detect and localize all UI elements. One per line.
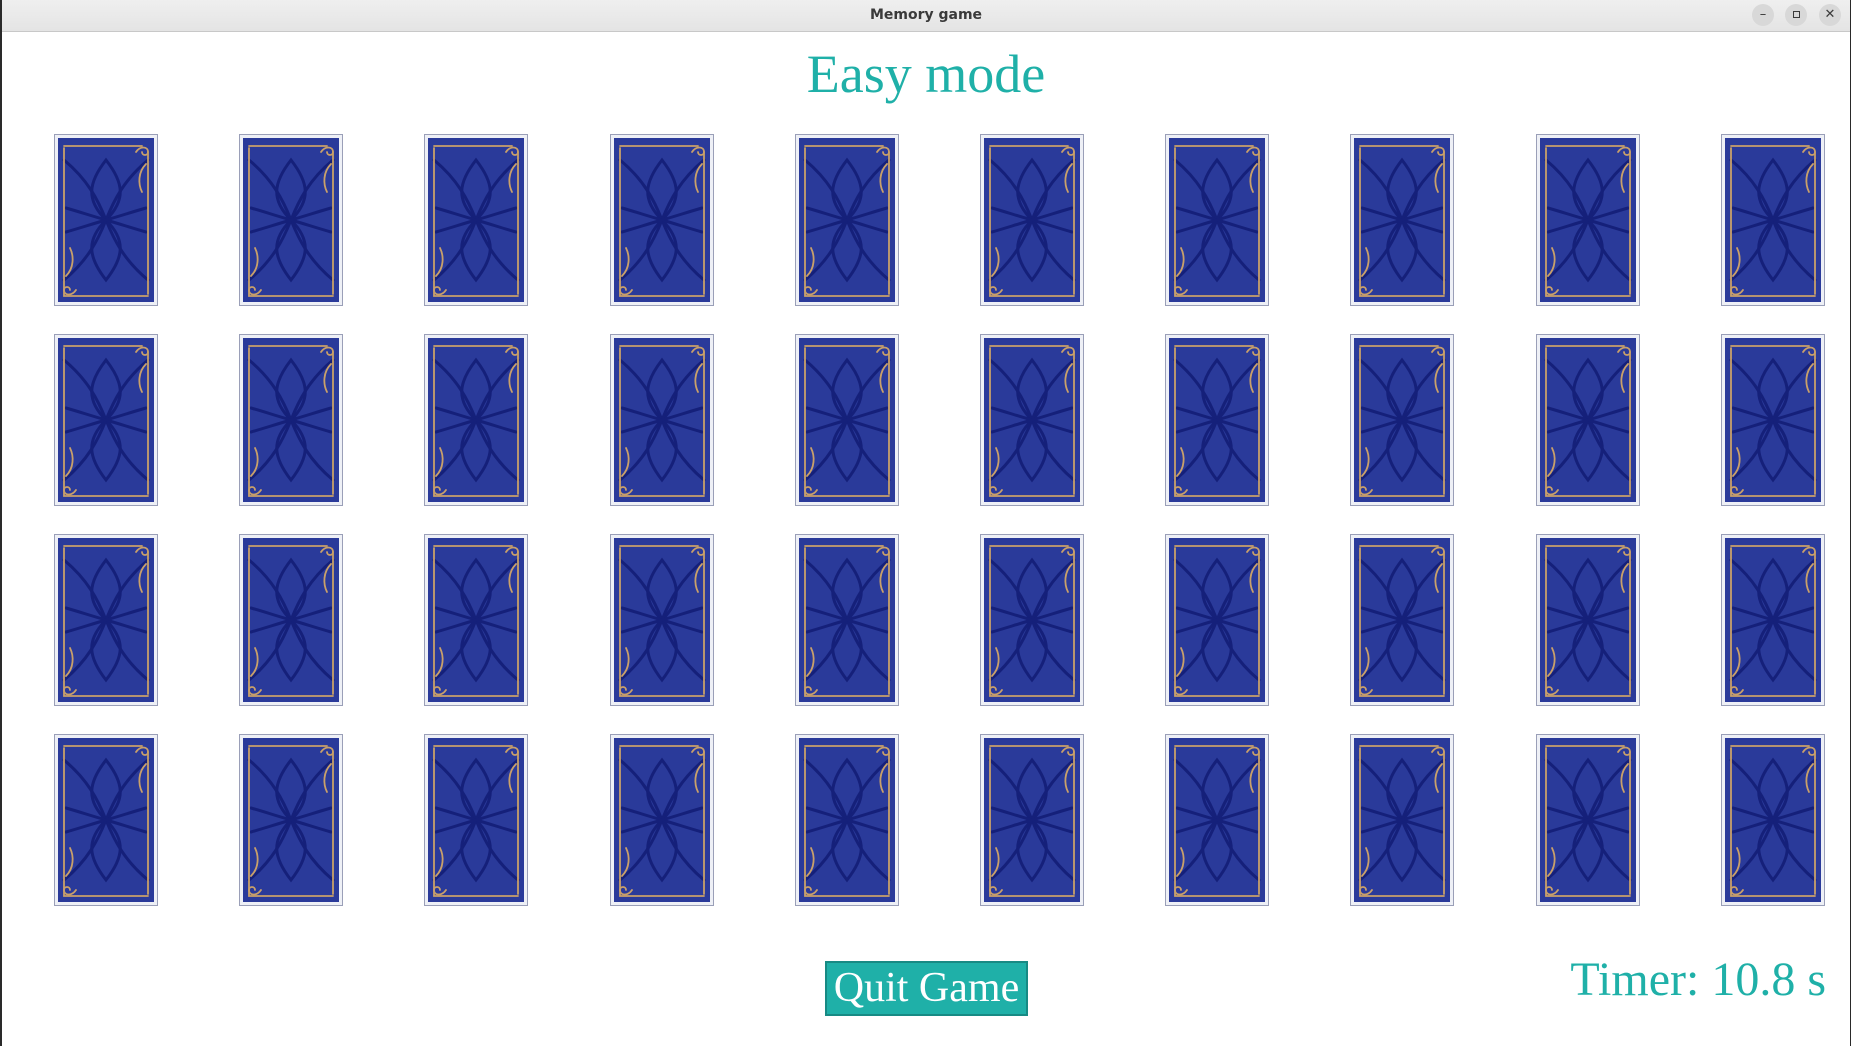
card-back-pattern	[243, 138, 339, 302]
card-back-pattern	[1540, 338, 1636, 502]
card-back-pattern	[1725, 738, 1821, 902]
card-back-pattern	[1169, 138, 1265, 302]
card-back-pattern	[243, 338, 339, 502]
card-back-pattern	[614, 338, 710, 502]
memory-card-face-down[interactable]	[1350, 334, 1454, 506]
memory-card-face-down[interactable]	[424, 134, 528, 306]
card-back-pattern	[428, 738, 524, 902]
card-back-pattern	[984, 738, 1080, 902]
memory-card-face-down[interactable]	[1165, 534, 1269, 706]
card-grid	[2, 0, 1850, 1046]
card-back-pattern	[243, 738, 339, 902]
card-back-pattern	[614, 738, 710, 902]
memory-card-face-down[interactable]	[424, 534, 528, 706]
card-back-pattern	[799, 138, 895, 302]
memory-card-face-down[interactable]	[980, 134, 1084, 306]
memory-card-face-down[interactable]	[424, 734, 528, 906]
card-back-pattern	[1540, 138, 1636, 302]
memory-card-face-down[interactable]	[795, 334, 899, 506]
card-back-pattern	[1540, 738, 1636, 902]
timer-display: Timer: 10.8 s	[1570, 953, 1826, 1006]
memory-card-face-down[interactable]	[610, 134, 714, 306]
card-back-pattern	[58, 538, 154, 702]
card-back-pattern	[1725, 538, 1821, 702]
card-back-pattern	[984, 138, 1080, 302]
memory-card-face-down[interactable]	[980, 534, 1084, 706]
memory-card-face-down[interactable]	[1350, 134, 1454, 306]
card-back-pattern	[58, 738, 154, 902]
card-back-pattern	[799, 738, 895, 902]
card-back-pattern	[984, 338, 1080, 502]
card-back-pattern	[243, 538, 339, 702]
quit-game-button[interactable]: Quit Game	[825, 961, 1028, 1016]
memory-card-face-down[interactable]	[1165, 134, 1269, 306]
memory-card-face-down[interactable]	[610, 734, 714, 906]
card-back-pattern	[1725, 138, 1821, 302]
memory-card-face-down[interactable]	[1721, 134, 1825, 306]
memory-game-window: Memory game – ✕ Easy mode Quit Game Time…	[0, 0, 1851, 1046]
memory-card-face-down[interactable]	[1721, 534, 1825, 706]
memory-card-face-down[interactable]	[54, 334, 158, 506]
card-back-pattern	[428, 338, 524, 502]
memory-card-face-down[interactable]	[980, 334, 1084, 506]
memory-card-face-down[interactable]	[610, 534, 714, 706]
memory-card-face-down[interactable]	[1350, 534, 1454, 706]
card-back-pattern	[1725, 338, 1821, 502]
card-back-pattern	[58, 338, 154, 502]
memory-card-face-down[interactable]	[1536, 334, 1640, 506]
memory-card-face-down[interactable]	[1165, 734, 1269, 906]
memory-card-face-down[interactable]	[1721, 734, 1825, 906]
card-back-pattern	[1169, 738, 1265, 902]
card-back-pattern	[799, 538, 895, 702]
card-back-pattern	[58, 138, 154, 302]
card-back-pattern	[1354, 338, 1450, 502]
memory-card-face-down[interactable]	[610, 334, 714, 506]
memory-card-face-down[interactable]	[54, 734, 158, 906]
card-back-pattern	[1354, 738, 1450, 902]
card-back-pattern	[428, 138, 524, 302]
memory-card-face-down[interactable]	[795, 534, 899, 706]
memory-card-face-down[interactable]	[1536, 534, 1640, 706]
memory-card-face-down[interactable]	[239, 534, 343, 706]
memory-card-face-down[interactable]	[1536, 134, 1640, 306]
card-back-pattern	[1354, 138, 1450, 302]
card-back-pattern	[428, 538, 524, 702]
memory-card-face-down[interactable]	[1721, 334, 1825, 506]
memory-card-face-down[interactable]	[424, 334, 528, 506]
memory-card-face-down[interactable]	[1165, 334, 1269, 506]
card-back-pattern	[984, 538, 1080, 702]
card-back-pattern	[799, 338, 895, 502]
memory-card-face-down[interactable]	[239, 734, 343, 906]
memory-card-face-down[interactable]	[1350, 734, 1454, 906]
memory-card-face-down[interactable]	[239, 134, 343, 306]
memory-card-face-down[interactable]	[1536, 734, 1640, 906]
memory-card-face-down[interactable]	[54, 534, 158, 706]
card-back-pattern	[614, 538, 710, 702]
memory-card-face-down[interactable]	[54, 134, 158, 306]
card-back-pattern	[1169, 338, 1265, 502]
card-back-pattern	[1540, 538, 1636, 702]
card-back-pattern	[1169, 538, 1265, 702]
card-back-pattern	[1354, 538, 1450, 702]
memory-card-face-down[interactable]	[795, 134, 899, 306]
memory-card-face-down[interactable]	[795, 734, 899, 906]
memory-card-face-down[interactable]	[980, 734, 1084, 906]
memory-card-face-down[interactable]	[239, 334, 343, 506]
card-back-pattern	[614, 138, 710, 302]
